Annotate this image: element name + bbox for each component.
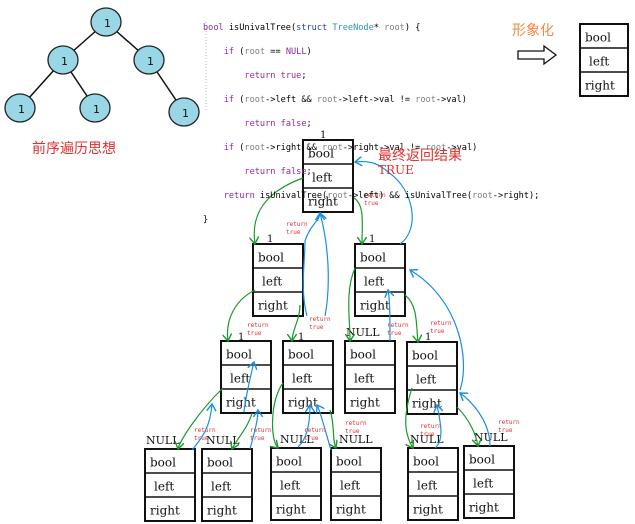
code-line: return false; (244, 167, 312, 177)
struct-node-box: bool left right (579, 23, 629, 97)
struct-node-box: bool left right (282, 340, 334, 414)
field-bool: bool (207, 455, 233, 469)
tree-node-value: 1 (18, 103, 25, 116)
field-left: left (417, 478, 437, 492)
field-right: right (360, 298, 390, 312)
field-left: left (589, 54, 609, 68)
field-bool: bool (288, 347, 314, 361)
field-left: left (473, 476, 493, 490)
field-bool: bool (150, 455, 176, 469)
code-line: return true; (244, 71, 307, 81)
struct-node-box: bool left right (407, 447, 459, 521)
value-one-label: 1 (238, 332, 244, 343)
true-label: true (345, 428, 360, 435)
field-right: right (207, 503, 237, 517)
return-label: return (345, 420, 367, 427)
return-label: return (247, 322, 269, 329)
field-left: left (262, 274, 282, 288)
field-right: right (336, 502, 366, 516)
return-label: return (498, 419, 520, 426)
result-value: TRUE (378, 163, 414, 177)
field-left: left (280, 478, 300, 492)
field-left: left (416, 372, 436, 386)
field-right: right (413, 502, 443, 516)
field-left: left (292, 371, 312, 385)
code-line: if (root->left && root->left->val != roo… (223, 95, 467, 105)
true-label: true (387, 330, 402, 337)
field-right: right (226, 395, 256, 409)
field-bool: bool (336, 454, 362, 468)
field-right: right (288, 395, 318, 409)
result-title: 最终返回结果 (378, 148, 462, 164)
code-line: if (root == NULL) (223, 47, 312, 57)
return-label: return (430, 320, 452, 327)
field-right: right (469, 500, 499, 514)
field-right: right (276, 502, 306, 516)
field-bool: bool (226, 347, 252, 361)
field-right: right (150, 503, 180, 517)
field-right: right (258, 298, 288, 312)
return-label: return (420, 423, 442, 430)
null-label: NULL (206, 434, 240, 447)
true-label: true (247, 330, 262, 337)
struct-node-box: bool left right (220, 340, 272, 414)
field-bool: bool (412, 348, 438, 362)
code-line: bool isUnivalTree(struct TreeNode* root)… (203, 23, 421, 33)
recursive-call-arrow (404, 294, 418, 342)
field-bool: bool (469, 452, 495, 466)
field-bool: bool (413, 454, 439, 468)
struct-node-box: bool left right (330, 447, 382, 521)
field-bool: bool (258, 250, 284, 264)
true-label: true (498, 427, 513, 434)
field-left: left (364, 274, 384, 288)
tree-node-value: 1 (182, 107, 189, 120)
struct-node-box: bool left right (252, 243, 304, 317)
code-line: return isUnivalTree(root->left) && isUni… (223, 191, 540, 201)
field-right: right (350, 395, 380, 409)
tree-node-value: 1 (93, 103, 100, 116)
code-block: bool isUnivalTree(struct TreeNode* root)… (203, 10, 539, 238)
struct-node-box: bool left right (201, 448, 253, 522)
field-left: left (211, 479, 231, 493)
true-label: true (304, 435, 319, 442)
field-left: left (354, 371, 374, 385)
recursive-call-arrow (330, 409, 336, 448)
field-left: left (340, 478, 360, 492)
code-line: if (root->right && root->right->val != r… (223, 143, 478, 153)
true-label: true (430, 328, 445, 335)
field-bool: bool (585, 30, 611, 44)
true-label: true (420, 431, 435, 438)
tree-node-value: 1 (61, 55, 68, 68)
field-bool: bool (350, 347, 376, 361)
struct-node-box: bool left right (270, 447, 322, 521)
struct-node-box: bool left right (144, 448, 196, 522)
field-bool: bool (360, 250, 386, 264)
null-label: NULL (146, 434, 180, 447)
value-one-label: 1 (298, 332, 304, 343)
struct-node-box: bool left right (354, 243, 406, 317)
struct-node-box: bool left right (463, 445, 515, 519)
null-label: NULL (346, 326, 380, 339)
return-label: return (250, 427, 272, 434)
tree-node-value: 1 (104, 17, 111, 30)
struct-node-box: boolleftright (406, 341, 458, 415)
field-right: right (585, 78, 615, 92)
true-label: true (309, 324, 324, 331)
return-label: return (309, 316, 331, 323)
visualize-label: 形象化 (512, 23, 554, 39)
tree-node-value: 1 (147, 55, 154, 68)
struct-node-box: bool left right (344, 340, 396, 414)
field-left: left (230, 371, 250, 385)
tree-caption: 前序遍历思想 (32, 141, 116, 157)
code-line: } (203, 215, 209, 225)
recursive-call-arrow (232, 412, 253, 449)
code-line: return false; (244, 119, 312, 129)
field-left: left (154, 479, 174, 493)
field-bool: bool (276, 454, 302, 468)
